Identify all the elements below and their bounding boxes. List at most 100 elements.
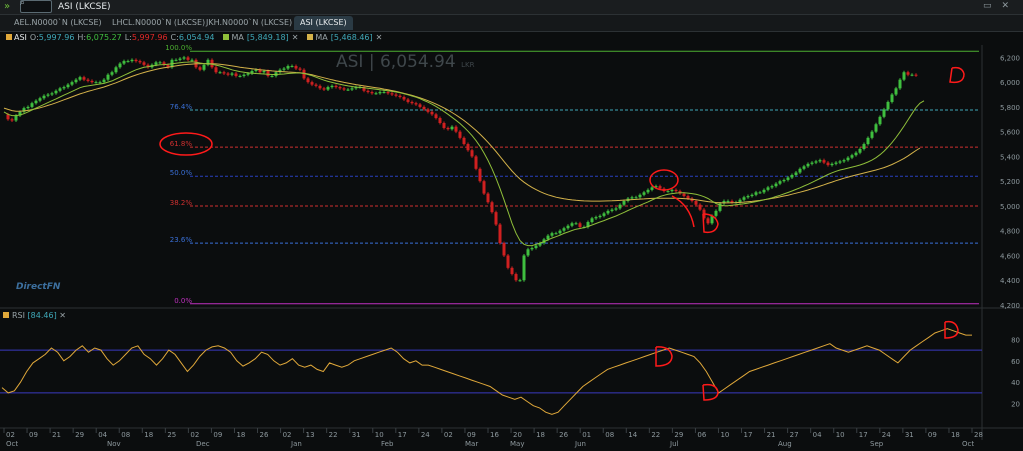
- x-day-label: 26: [260, 431, 269, 439]
- candle-body: [530, 248, 534, 250]
- candle-body: [674, 189, 678, 192]
- x-day-label: 27: [790, 431, 799, 439]
- x-month-label: Nov: [107, 440, 121, 448]
- x-day-label: 13: [306, 431, 315, 439]
- candle-body: [402, 97, 406, 100]
- candle-body: [306, 78, 310, 83]
- candle-body: [790, 175, 794, 178]
- candle-body: [770, 186, 774, 188]
- candle-body: [426, 109, 430, 112]
- candle-body: [506, 255, 510, 268]
- candle-body: [346, 89, 350, 91]
- candle-body: [814, 161, 818, 163]
- rsi-tick-label: 60: [1011, 358, 1020, 366]
- candle-body: [642, 192, 646, 195]
- candle-body: [138, 61, 142, 63]
- x-day-label: 24: [421, 431, 430, 439]
- candle-body: [386, 92, 390, 94]
- candle-body: [862, 144, 866, 149]
- x-day-label: 16: [490, 431, 499, 439]
- candle-body: [834, 162, 838, 164]
- candle-body: [598, 215, 602, 218]
- candle-body: [902, 72, 906, 80]
- x-month-label: Sep: [870, 440, 884, 448]
- candle-body: [634, 197, 638, 199]
- candle-body: [630, 197, 634, 199]
- x-day-label: 04: [98, 431, 107, 439]
- candle-body: [894, 88, 898, 95]
- candle-body: [10, 119, 14, 121]
- candle-body: [882, 109, 886, 117]
- candle-body: [78, 77, 82, 80]
- candle-body: [682, 193, 686, 197]
- candle-body: [842, 160, 846, 162]
- candle-body: [334, 85, 338, 88]
- candle-body: [766, 187, 770, 190]
- candle-body: [214, 67, 218, 73]
- x-day-label: 26: [559, 431, 568, 439]
- x-day-label: 08: [121, 431, 130, 439]
- candle-body: [58, 88, 62, 91]
- candle-body: [606, 210, 610, 214]
- candle-body: [298, 68, 302, 70]
- candle-body: [38, 98, 42, 101]
- candle-body: [470, 150, 474, 157]
- candle-body: [190, 59, 194, 61]
- annotation-circle: [649, 169, 679, 191]
- candle-body: [350, 88, 354, 90]
- x-day-label: 09: [928, 431, 937, 439]
- candle-body: [46, 94, 50, 96]
- candle-body: [226, 73, 230, 75]
- candle-body: [818, 160, 822, 162]
- candle-body: [322, 88, 326, 90]
- x-day-label: 31: [905, 431, 914, 439]
- candle-body: [446, 127, 450, 130]
- x-month-label: Mar: [465, 440, 478, 448]
- candle-body: [246, 73, 250, 75]
- candle-body: [886, 101, 890, 110]
- candle-body: [890, 94, 894, 102]
- candle-body: [174, 59, 178, 61]
- price-tick-label: 5,400: [1000, 153, 1020, 161]
- candle-body: [242, 74, 246, 76]
- candle-body: [602, 213, 606, 216]
- ma-slow-line: [3, 63, 921, 204]
- candle-body: [846, 157, 850, 161]
- candle-body: [798, 168, 802, 173]
- candle-body: [50, 93, 54, 95]
- candle-body: [314, 84, 318, 86]
- candle-body: [522, 255, 526, 281]
- candle-body: [382, 92, 386, 94]
- candle-body: [286, 66, 290, 69]
- candle-body: [342, 88, 346, 90]
- x-month-label: Feb: [381, 440, 394, 448]
- candle-body: [118, 63, 122, 68]
- x-day-label: 21: [52, 431, 61, 439]
- candle-body: [430, 111, 434, 115]
- rsi-tick-label: 80: [1011, 336, 1020, 344]
- candle-body: [622, 201, 626, 205]
- candle-body: [686, 196, 690, 199]
- candle-body: [706, 218, 710, 224]
- fib-label: 50.0%: [170, 169, 193, 177]
- chart-canvas[interactable]: 6,200 6,000 5,800 5,600 5,400 5,200 5,000 4,800…: [0, 0, 1023, 451]
- candle-body: [186, 57, 190, 60]
- candle-body: [782, 179, 786, 182]
- candle-body: [202, 64, 206, 70]
- candle-body: [590, 218, 594, 223]
- fib-label: 38.2%: [170, 199, 193, 207]
- candle-body: [198, 67, 202, 70]
- candle-body: [294, 66, 298, 69]
- x-day-label: 14: [628, 431, 637, 439]
- x-month-label: Oct: [6, 440, 18, 448]
- annotation-d: [702, 383, 719, 401]
- candle-body: [482, 181, 486, 194]
- price-tick-label: 4,400: [1000, 277, 1020, 285]
- candle-body: [650, 187, 654, 190]
- candle-body: [866, 137, 870, 145]
- candle-body: [338, 87, 342, 89]
- fib-label: 0.0%: [174, 297, 192, 305]
- candle-body: [666, 191, 670, 193]
- candle-body: [98, 82, 102, 84]
- candle-body: [786, 177, 790, 180]
